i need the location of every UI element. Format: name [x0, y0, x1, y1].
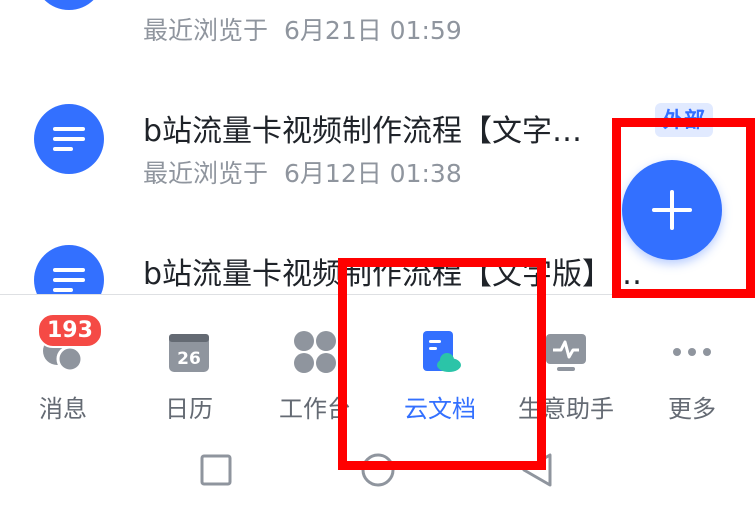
document-meta-prefix: 最近浏览于: [143, 159, 269, 188]
calendar-day: 26: [177, 349, 201, 369]
document-icon: [34, 0, 104, 10]
tab-messages[interactable]: 193 消息: [0, 295, 126, 430]
list-item[interactable]: 最近浏览于 6月21日 01:59: [0, 0, 755, 80]
document-title: b站流量卡视频制作流程【文字…: [143, 114, 583, 149]
document-meta: 最近浏览于 6月12日 01:38: [143, 154, 462, 190]
square-recents-icon[interactable]: [200, 454, 232, 486]
document-title: b站流量卡视频制作流程【文字版】…: [143, 257, 643, 292]
tab-calendar[interactable]: 26 日历: [126, 295, 252, 430]
tab-label: 云文档: [404, 395, 476, 423]
external-tag: 外部: [655, 103, 713, 137]
triangle-back-icon[interactable]: [520, 452, 554, 488]
document-date: 6月12日 01:38: [284, 159, 462, 188]
tab-label: 日历: [165, 395, 213, 423]
list-item[interactable]: b站流量卡视频制作流程【文字版】…: [0, 245, 755, 294]
monitor-pulse-icon: [546, 334, 586, 371]
tab-cloud-docs[interactable]: 云文档: [377, 295, 503, 430]
tab-more[interactable]: 更多: [629, 295, 755, 430]
plus-icon: [652, 190, 692, 230]
tab-business-assistant[interactable]: 生意助手: [503, 295, 629, 430]
tab-workplace[interactable]: 工作台: [252, 295, 378, 430]
apps-grid-icon: [294, 331, 336, 373]
create-document-button[interactable]: [622, 160, 722, 260]
circle-home-icon[interactable]: [360, 452, 396, 488]
calendar-icon: 26: [169, 334, 209, 372]
tab-label: 工作台: [279, 395, 351, 423]
document-icon: [34, 245, 104, 294]
document-date: 6月21日 01:59: [284, 16, 462, 45]
tab-label: 更多: [668, 395, 716, 423]
document-meta-prefix: 最近浏览于: [143, 16, 269, 45]
cloud-doc-icon: [423, 331, 461, 372]
document-icon: [34, 104, 104, 174]
tab-label: 消息: [39, 395, 87, 423]
bottom-tab-bar: 193 消息 26 日历 工作台 云文档 生意助手 更多: [0, 295, 755, 430]
system-navigation-bar: [0, 430, 755, 510]
tab-label: 生意助手: [518, 395, 614, 423]
more-dots-icon: [673, 348, 711, 356]
unread-badge: 193: [37, 313, 103, 348]
document-meta: 最近浏览于 6月21日 01:59: [143, 11, 462, 47]
